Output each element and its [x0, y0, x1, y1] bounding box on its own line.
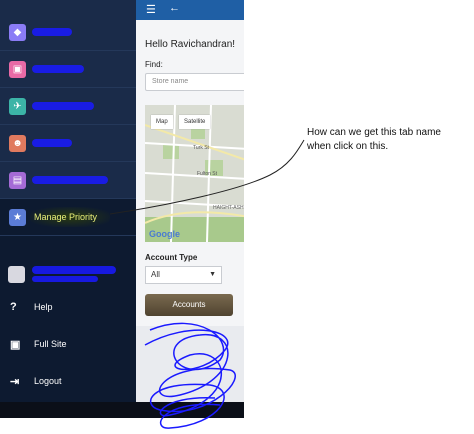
- app-panel: ☰ ← Hello Ravichandran! Find: Store name…: [136, 0, 244, 418]
- logout-label: Logout: [34, 376, 62, 386]
- help-label: Help: [34, 302, 53, 312]
- annotation-text: How can we get this tab name when click …: [307, 127, 441, 152]
- scribble-redaction: [32, 176, 108, 184]
- sidebar-item-logout[interactable]: ⇥ Logout: [0, 363, 136, 399]
- sidebar-item-help[interactable]: ? Help: [0, 289, 136, 325]
- greeting: Hello Ravichandran!: [145, 39, 236, 50]
- sidebar-item-2[interactable]: ▣: [0, 51, 136, 88]
- manage-priority-label: Manage Priority: [34, 212, 98, 222]
- scribble-redaction: [32, 266, 116, 274]
- user-icon: ☻: [9, 134, 26, 152]
- logout-icon: ⇥: [10, 375, 20, 388]
- full-site-icon: ▣: [10, 338, 21, 351]
- find-label: Find:: [145, 60, 163, 69]
- back-arrow-icon[interactable]: ←: [169, 2, 180, 14]
- account-type-value: All: [151, 270, 160, 279]
- sidebar-item-manage-priority[interactable]: ★ Manage Priority: [0, 199, 136, 236]
- sidebar-item-5[interactable]: ▤: [0, 162, 136, 199]
- scribble-redaction: [32, 65, 84, 73]
- map-view[interactable]: Map Satellite Turk St Fulton St HAIGHT-A…: [145, 105, 244, 242]
- map-label-haight: HAIGHT-ASH: [213, 205, 244, 211]
- scribble-redaction: [32, 28, 72, 36]
- google-logo: Google: [149, 229, 180, 239]
- store-name-input[interactable]: Store name: [145, 73, 244, 91]
- diamond-icon: ◆: [9, 23, 26, 41]
- document-icon: ▤: [9, 171, 26, 189]
- calendar-icon: ▣: [9, 60, 26, 78]
- scribble-redaction: [32, 102, 94, 110]
- map-label-fulton: Fulton St: [197, 171, 218, 177]
- airplane-icon: ✈: [9, 97, 26, 115]
- sidebar-item-3[interactable]: ✈: [0, 88, 136, 125]
- sidebar-user-profile[interactable]: [0, 256, 136, 292]
- avatar-icon: [8, 265, 25, 283]
- bottom-bar: [0, 402, 244, 418]
- content-list-area: [136, 326, 244, 402]
- sidebar-menu: ◆ ▣ ✈ ☻ ▤ ★ Manage Priority ? Help ▣ Ful…: [0, 0, 136, 418]
- question-icon: ?: [10, 301, 17, 313]
- sidebar-lower-section: ? Help ▣ Full Site ⇥ Logout: [0, 236, 136, 402]
- menu-icon[interactable]: ☰: [146, 3, 156, 16]
- map-tab-satellite[interactable]: Satellite: [179, 115, 211, 129]
- map-label-turk: Turk St: [193, 145, 209, 151]
- map-tab-map[interactable]: Map: [151, 115, 173, 129]
- accounts-button[interactable]: Accounts: [145, 294, 233, 316]
- top-bar: ☰ ←: [136, 0, 244, 20]
- scribble-redaction: [32, 139, 72, 147]
- chevron-down-icon: ▼: [209, 271, 216, 278]
- full-site-label: Full Site: [34, 339, 67, 349]
- sidebar-item-1[interactable]: ◆: [0, 14, 136, 51]
- account-type-label: Account Type: [145, 253, 198, 262]
- sidebar-item-full-site[interactable]: ▣ Full Site: [0, 326, 136, 362]
- account-type-select[interactable]: All ▼: [145, 266, 222, 284]
- star-icon: ★: [9, 208, 26, 226]
- scribble-redaction: [32, 276, 98, 282]
- sidebar-item-4[interactable]: ☻: [0, 125, 136, 162]
